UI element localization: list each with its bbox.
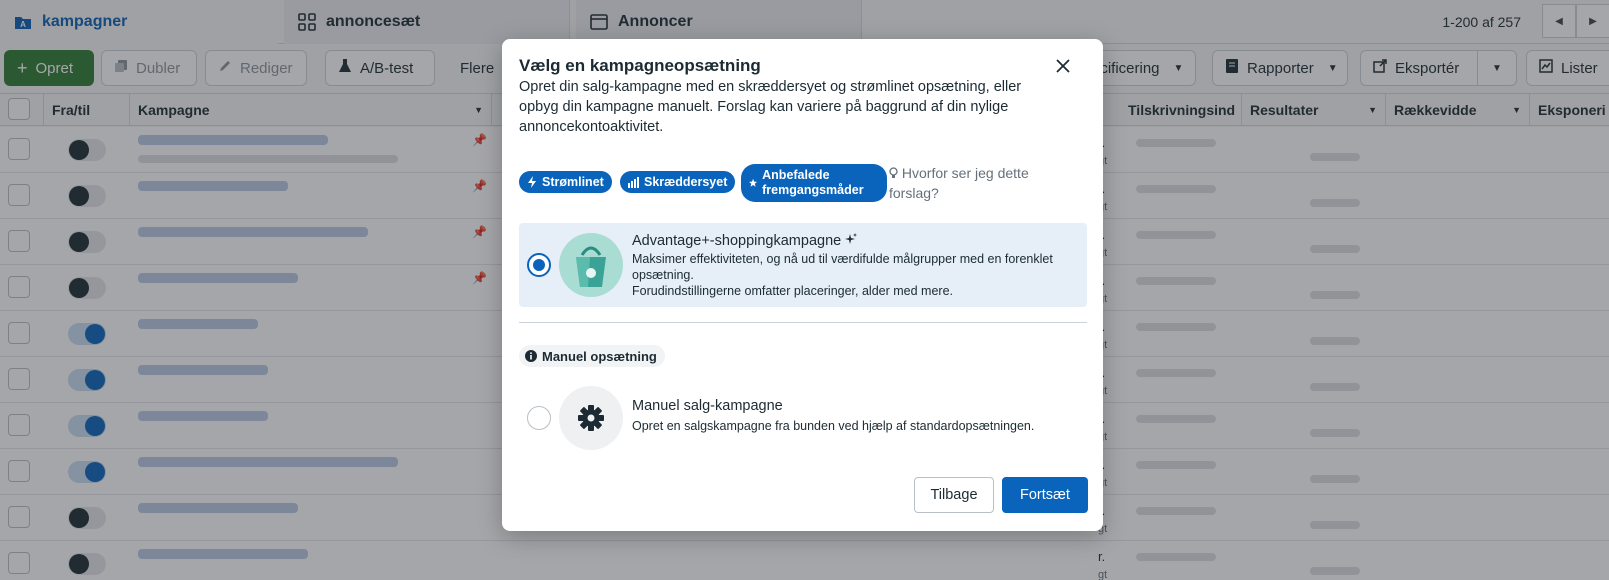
lightbulb-icon [889, 167, 898, 178]
section-divider [519, 322, 1087, 323]
pill-best-practices: Anbefalede fremgangsmåder [741, 164, 887, 202]
close-button[interactable] [1050, 53, 1076, 79]
pill-streamlined: Strømlinet [519, 171, 612, 193]
option-manual-sales[interactable]: Manuel salg-kampagne Opret en salgskampa… [519, 376, 1087, 460]
dialog-description: Opret din salg-kampagne med en skrædders… [519, 79, 1022, 135]
gear-icon [559, 386, 623, 450]
sparkle-icon [845, 233, 858, 244]
radio-manual-sales[interactable] [527, 406, 551, 430]
star-icon [749, 178, 758, 187]
manual-setup-section-text: Manuel opsætning [542, 348, 657, 364]
option-manual-description: Opret en salgskampagne fra bunden ved hj… [632, 419, 1035, 433]
info-icon [525, 350, 537, 362]
option-advantage-description: Maksimer effektiviteten, og nå ud til væ… [632, 252, 1053, 282]
dialog-title: Vælg en kampagneopsætning [519, 56, 761, 75]
bolt-icon [528, 176, 536, 188]
shopping-bag-icon [559, 233, 623, 297]
pill-tailored-label: Skræddersyet [644, 175, 728, 189]
option-advantage-title-text: Advantage+-shoppingkampagne [632, 233, 842, 249]
manual-setup-section-label: Manuel opsætning [519, 345, 665, 367]
why-suggestion-link[interactable]: Hvorfor ser jeg dette forslag? [889, 163, 1059, 203]
why-suggestion-label: Hvorfor ser jeg dette forslag? [889, 165, 1029, 201]
close-icon [1056, 59, 1070, 73]
pill-tailored: Skræddersyet [620, 171, 736, 193]
bar-chart-icon [628, 176, 639, 188]
option-advantage-shopping[interactable]: Advantage+-shoppingkampagne Maksimer eff… [519, 223, 1087, 307]
option-advantage-description-2: Forudindstillingerne omfatter placeringe… [632, 284, 953, 298]
back-button[interactable]: Tilbage [914, 477, 994, 513]
option-advantage-title: Advantage+-shoppingkampagne [632, 233, 858, 249]
option-manual-title: Manuel salg-kampagne [632, 398, 783, 414]
radio-advantage-shopping[interactable] [527, 253, 551, 277]
continue-button[interactable]: Fortsæt [1002, 477, 1088, 513]
campaign-setup-dialog: Vælg en kampagneopsætning Opret din salg… [502, 39, 1103, 531]
pill-streamlined-label: Strømlinet [542, 175, 604, 189]
pill-best-practices-label: Anbefalede fremgangsmåder [762, 168, 864, 197]
